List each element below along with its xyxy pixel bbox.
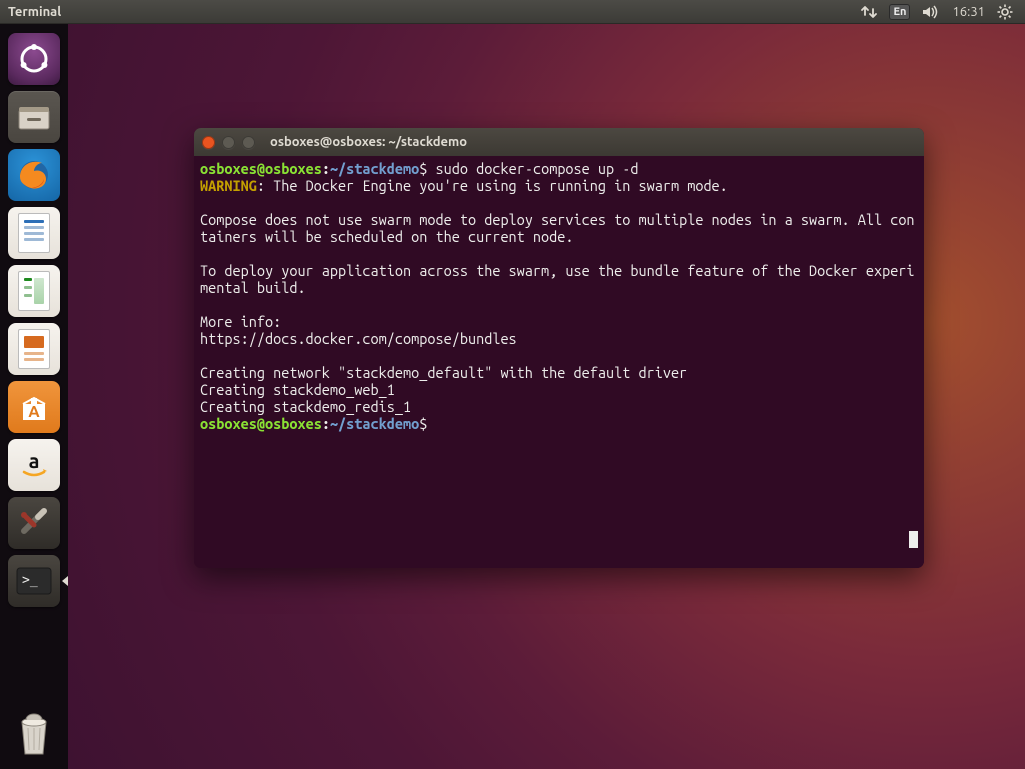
launcher-files[interactable] [8,91,60,143]
window-titlebar[interactable]: osboxes@osboxes: ~/stackdemo [194,128,924,157]
document-icon [18,213,50,253]
document-icon [18,329,50,369]
launcher-calc[interactable] [8,265,60,317]
terminal-output-line: Compose does not use swarm mode to deplo… [200,211,915,245]
launcher-trash[interactable] [8,709,60,761]
terminal-body[interactable]: osboxes@osboxes:~/stackdemo$ sudo docker… [194,156,924,568]
minimize-icon[interactable] [222,136,235,149]
running-indicator-icon [62,576,68,586]
launcher-terminal[interactable]: >_ [8,555,60,607]
prompt-host: osboxes [265,160,322,177]
launcher-firefox[interactable] [8,149,60,201]
gear-icon[interactable] [997,4,1013,20]
network-icon[interactable] [861,5,877,19]
active-app-title: Terminal [8,5,61,19]
launcher-dash[interactable] [8,33,60,85]
top-menu-bar: Terminal En 16:31 [0,0,1025,24]
launcher-impress[interactable] [8,323,60,375]
sound-icon[interactable] [922,5,940,19]
prompt-user: osboxes [200,160,257,177]
terminal-window[interactable]: osboxes@osboxes: ~/stackdemo osboxes@osb… [194,128,924,568]
launcher-software[interactable]: A [8,381,60,433]
terminal-output-line: To deploy your application across the sw… [200,262,915,296]
prompt-path: ~/stackdemo [330,160,419,177]
terminal-command: sudo docker-compose up -d [436,160,639,177]
terminal-output-line: Creating network "stackdemo_default" wit… [200,364,687,381]
maximize-icon[interactable] [242,136,255,149]
terminal-cursor [909,531,918,548]
warning-label: WARNING [200,177,257,194]
svg-text:>_: >_ [22,573,38,588]
launcher-amazon[interactable]: a [8,439,60,491]
document-icon [18,271,50,311]
terminal-output-line: More info: [200,313,281,330]
terminal-output-line: https://docs.docker.com/compose/bundles [200,330,517,347]
close-icon[interactable] [202,136,215,149]
terminal-output-line: Creating stackdemo_web_1 [200,381,395,398]
clock[interactable]: 16:31 [952,5,985,19]
svg-text:a: a [29,449,40,472]
window-title: osboxes@osboxes: ~/stackdemo [270,135,467,149]
launcher: A a >_ [0,24,68,769]
terminal-output-line: : The Docker Engine you're using is runn… [257,177,728,194]
launcher-settings[interactable] [8,497,60,549]
svg-text:A: A [28,403,40,421]
launcher-writer[interactable] [8,207,60,259]
terminal-output-line: Creating stackdemo_redis_1 [200,398,411,415]
input-method-indicator[interactable]: En [889,4,910,20]
